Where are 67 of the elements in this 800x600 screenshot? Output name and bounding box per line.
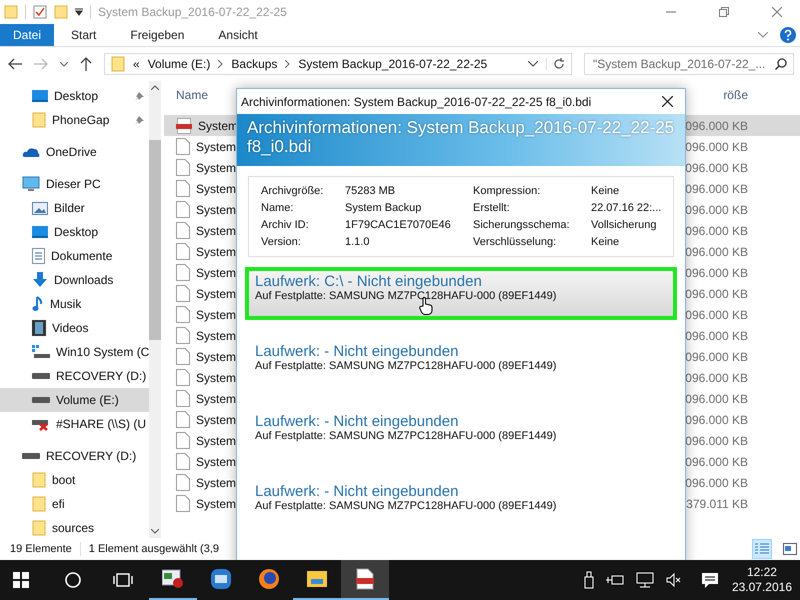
file-name: System [196,412,236,426]
dialog-title: Archivinformationen: System Backup_2016-07-22_22-25 f8_i0.bdi [241,94,592,108]
file-size: 096.000 KB [685,224,748,238]
file-size: 096.000 KB [685,140,748,154]
clock-time: 12:22 [746,565,777,580]
drive-title: Laufwerk: - Nicht eingebunden [255,343,460,360]
file-name: System [196,286,236,300]
info-value: 1F79CAC1E7070E46 [345,219,452,231]
file-size: 096.000 KB [685,350,748,364]
info-label: Name: [261,202,294,214]
drive-title: Laufwerk: - Nicht eingebunden [255,413,460,430]
info-label: Archivgröße: [261,185,324,197]
file-name: System [196,454,236,468]
file-size: 096.000 KB [685,266,748,280]
file-name: System [196,140,236,154]
file-size: 096.000 KB [685,392,748,406]
drive-disk: Auf Festplatte: SAMSUNG MZ7PC128HAFU-000 (89EF1449) [255,290,558,302]
file-name: System [196,350,236,364]
file-size: 096.000 KB [685,328,748,342]
file-name: System [196,328,236,342]
file-size: 096.000 KB [685,308,748,322]
drive-title: Laufwerk: - Nicht eingebunden [255,483,460,500]
file-name: System [196,434,236,448]
info-value: System Backup [345,202,422,214]
info-label: Kompression: [473,185,542,197]
file-size: 096.000 KB [685,182,748,196]
info-label: Version: [261,236,302,248]
file-size: 096.000 KB [685,412,748,426]
file-name: System [196,160,236,174]
drive-disk: Auf Festplatte: SAMSUNG MZ7PC128HAFU-000 (89EF1449) [255,360,558,372]
window-title: System Backup_2016-07-22_22-25 [98,5,287,19]
info-value: Keine [591,236,620,248]
info-value: 75283 MB [345,185,396,197]
file-size: 096.000 KB [685,476,748,490]
file-size: 096.000 KB [685,454,748,468]
info-label: Verschlüsselung: [473,236,558,248]
drive-disk: Auf Festplatte: SAMSUNG MZ7PC128HAFU-000 (89EF1449) [255,500,558,512]
info-label: Erstellt: [473,202,511,214]
file-size: 096.000 KB [685,434,748,448]
info-value: 1.1.0 [345,236,370,248]
info-label: Sicherungsschema: [473,219,571,231]
file-size: 096.000 KB [685,160,748,174]
file-name: System [196,308,236,322]
file-name: System [196,392,236,406]
info-label: Archiv ID: [261,219,310,231]
file-name: System [196,476,236,490]
file-name: System [196,224,236,238]
info-value: Keine [591,185,620,197]
file-name: System [196,244,236,258]
file-name: System [196,182,236,196]
item-count: 19 Elemente [10,543,72,555]
file-name: System [196,496,236,510]
file-size: 096.000 KB [685,202,748,216]
file-size: 379.011 KB [686,496,748,510]
file-size: 096.000 KB [685,244,748,258]
selection-info: 1 Element ausgewählt (3,9 [88,543,220,555]
file-size: 096.000 KB [685,118,748,132]
drive-title: Laufwerk: C:\ - Nicht eingebunden [255,273,483,290]
file-name: System [196,370,236,384]
file-name: System [196,266,236,280]
drive-disk: Auf Festplatte: SAMSUNG MZ7PC128HAFU-000 (89EF1449) [255,430,558,442]
info-value: 22.07.16 22:... [591,202,662,214]
info-value: Vollsicherung [591,219,658,231]
clock-date: 23.07.2016 [732,580,792,595]
file-size: 096.000 KB [685,370,748,384]
file-name: System [196,202,236,216]
file-size: 096.000 KB [685,286,748,300]
